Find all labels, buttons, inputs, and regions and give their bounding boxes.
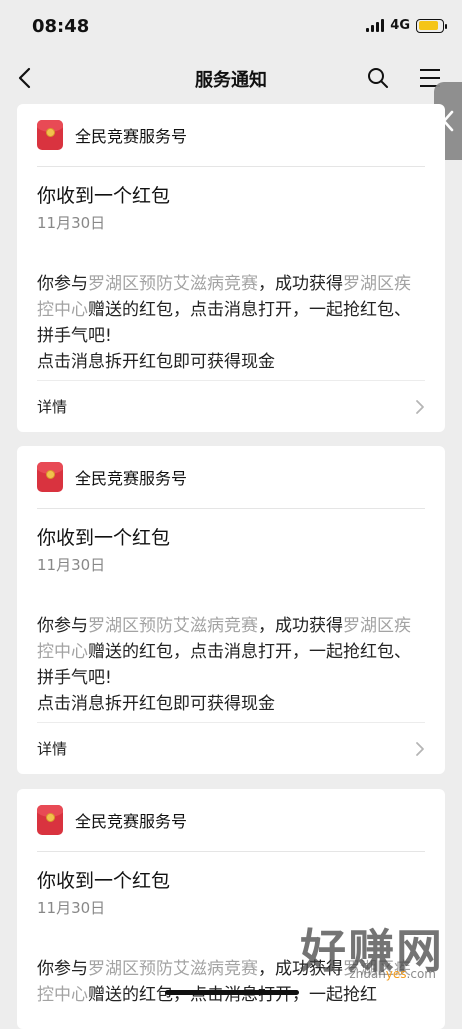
watermark-url-prefix: zhuan [349, 967, 386, 981]
card-date: 11月30日 [37, 214, 106, 232]
card-header: 全民竞赛服务号 [17, 789, 445, 851]
body-text: 你参与 [37, 616, 88, 636]
body-text: 你参与 [37, 959, 88, 979]
body-text: 赠送的红包，点击消息打开，一起抢红 [88, 985, 377, 1005]
account-name: 全民竞赛服务号 [75, 812, 188, 831]
details-row[interactable]: 详情 [37, 722, 425, 774]
body-line-2: 点击消息拆开红包即可获得现金 [37, 352, 275, 372]
card-title: 你收到一个红包 [37, 185, 171, 207]
details-label: 详情 [37, 740, 68, 758]
details-label: 详情 [37, 398, 68, 416]
battery-level [418, 21, 439, 30]
chevron-right-icon [416, 399, 424, 414]
contest-name: 罗湖区预防艾滋病竞赛 [88, 959, 258, 979]
body-line-2: 点击消息拆开红包即可获得现金 [37, 694, 275, 714]
red-packet-icon [37, 120, 63, 150]
page-title: 服务通知 [195, 70, 267, 91]
account-name: 全民竞赛服务号 [75, 127, 188, 146]
watermark-url-suffix: .com [406, 967, 436, 981]
body-text: ，成功获得 [258, 274, 343, 294]
watermark-url-highlight: yes [385, 967, 407, 981]
notification-card[interactable]: 全民竞赛服务号 你收到一个红包 11月30日 你参与罗湖区预防艾滋病竞赛，成功获… [17, 104, 445, 432]
details-row[interactable]: 详情 [37, 380, 425, 432]
body-text: ，成功获得 [258, 616, 343, 636]
search-icon[interactable] [366, 66, 390, 90]
watermark-logo: 好赚网 zhuanyes.com [254, 915, 444, 985]
contest-name: 罗湖区预防艾滋病竞赛 [88, 274, 258, 294]
card-body: 你参与罗湖区预防艾滋病竞赛，成功获得罗湖区疾控中心赠送的红包，点击消息打开，一起… [17, 575, 445, 717]
status-indicators: 4G [366, 18, 447, 33]
watermark-url: zhuanyes.com [349, 967, 436, 981]
account-name: 全民竞赛服务号 [75, 469, 188, 488]
status-bar: 08:48 4G [0, 0, 462, 52]
red-packet-icon [37, 805, 63, 835]
nav-bar: 服务通知 [0, 52, 462, 104]
signal-icon [366, 19, 385, 32]
body-text: 赠送的红包，点击消息打开，一起抢红包、拼手气吧! [37, 642, 411, 688]
chevron-right-icon [416, 741, 424, 756]
card-body: 你参与罗湖区预防艾滋病竞赛，成功获得罗湖区疾控中心赠送的红包，点击消息打开，一起… [17, 233, 445, 375]
contest-name: 罗湖区预防艾滋病竞赛 [88, 616, 258, 636]
card-header: 全民竞赛服务号 [17, 104, 445, 166]
home-indicator[interactable] [165, 990, 299, 995]
card-title: 你收到一个红包 [37, 870, 171, 892]
network-type: 4G [390, 18, 410, 33]
card-header: 全民竞赛服务号 [17, 446, 445, 508]
body-text: 赠送的红包，点击消息打开，一起抢红包、拼手气吧! [37, 300, 411, 346]
card-date: 11月30日 [37, 556, 106, 574]
notification-card[interactable]: 全民竞赛服务号 你收到一个红包 11月30日 你参与罗湖区预防艾滋病竞赛，成功获… [17, 446, 445, 774]
card-title: 你收到一个红包 [37, 527, 171, 549]
status-time: 08:48 [32, 16, 90, 37]
battery-icon [416, 18, 447, 33]
red-packet-icon [37, 462, 63, 492]
body-text: 你参与 [37, 274, 88, 294]
